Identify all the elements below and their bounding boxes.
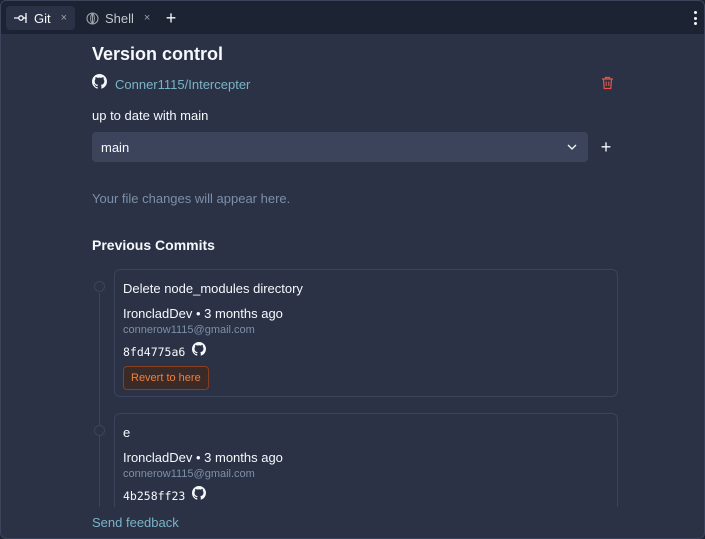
branch-status: up to date with main <box>92 108 209 123</box>
chevron-down-icon <box>566 141 578 156</box>
github-icon <box>92 74 107 94</box>
commit-email: connerow1115@gmail.com <box>123 324 255 336</box>
timeline-line <box>99 293 100 507</box>
git-icon <box>14 12 28 24</box>
branch-select[interactable]: main <box>92 132 588 162</box>
new-branch-button[interactable]: + <box>598 135 614 159</box>
more-options-icon[interactable] <box>690 9 700 27</box>
version-control-panel: Version control Conner1115/Intercepter u… <box>92 35 620 507</box>
commit-card: e IroncladDev • 3 months ago connerow111… <box>114 413 618 507</box>
close-icon[interactable]: × <box>61 12 67 24</box>
tab-git-label: Git <box>34 10 51 26</box>
tab-git[interactable]: Git × <box>6 6 76 30</box>
close-icon[interactable]: × <box>144 12 150 24</box>
commit-author: IroncladDev • 3 months ago <box>123 306 283 321</box>
empty-changes-message: Your file changes will appear here. <box>92 191 291 206</box>
trash-icon[interactable] <box>601 76 614 95</box>
previous-commits-heading: Previous Commits <box>92 237 215 253</box>
page-title: Version control <box>92 44 224 64</box>
commit-author: IroncladDev • 3 months ago <box>123 450 283 465</box>
branch-select-value: main <box>101 139 130 155</box>
commit-email: connerow1115@gmail.com <box>123 468 255 480</box>
commit-sha-row: 4b258ff23 <box>123 486 207 505</box>
github-icon[interactable] <box>192 342 207 361</box>
commit-sha[interactable]: 4b258ff23 <box>123 489 185 503</box>
repo-link[interactable]: Conner1115/Intercepter <box>115 77 250 92</box>
shell-icon <box>86 11 99 25</box>
commit-message: e <box>123 425 131 440</box>
add-tab-button[interactable]: + <box>161 6 181 30</box>
tab-shell[interactable]: Shell × <box>78 6 158 30</box>
timeline-dot <box>94 281 105 292</box>
repo-row: Conner1115/Intercepter <box>92 74 614 95</box>
commit-message: Delete node_modules directory <box>123 281 303 296</box>
send-feedback-link[interactable]: Send feedback <box>92 515 179 530</box>
commit-sha[interactable]: 8fd4775a6 <box>123 345 185 359</box>
tab-shell-label: Shell <box>105 10 134 26</box>
git-pane: Git × Shell × + Version control Conner11… <box>0 0 705 539</box>
timeline-dot <box>94 425 105 436</box>
tab-bar: Git × Shell × + <box>1 1 704 35</box>
commit-card: Delete node_modules directory IroncladDe… <box>114 269 618 397</box>
revert-button[interactable]: Revert to here <box>123 366 209 390</box>
commit-sha-row: 8fd4775a6 <box>123 342 207 361</box>
github-icon[interactable] <box>192 486 207 505</box>
